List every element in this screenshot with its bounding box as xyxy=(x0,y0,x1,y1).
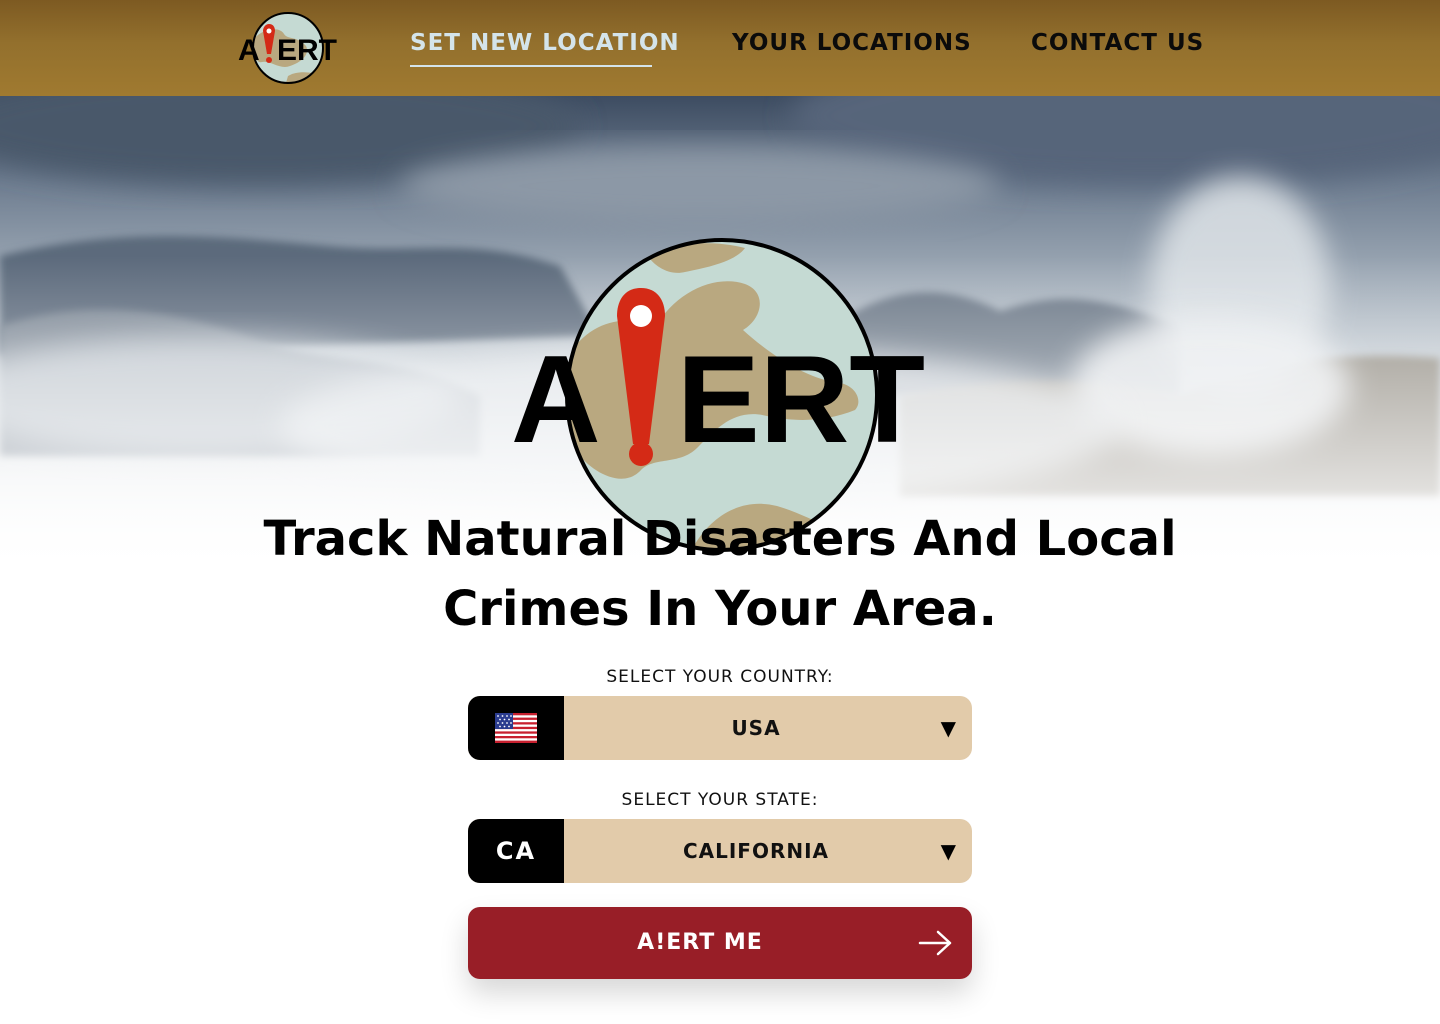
state-select[interactable]: CA CALIFORNIA ▼ xyxy=(468,819,972,883)
country-label: SELECT YOUR COUNTRY: xyxy=(606,667,834,687)
alert-me-label: A!ERT ME xyxy=(637,930,763,955)
svg-text:A: A xyxy=(511,331,601,469)
active-nav-underline xyxy=(410,65,652,67)
country-select[interactable]: USA ▼ xyxy=(468,696,972,760)
svg-text:A: A xyxy=(238,34,260,67)
state-select-value: CALIFORNIA xyxy=(682,839,830,863)
headline-line-2: Crimes In Your Area. xyxy=(443,581,997,637)
svg-text:ERT: ERT xyxy=(677,331,925,469)
state-abbreviation-box: CA xyxy=(468,819,564,883)
chevron-down-icon: ▼ xyxy=(940,716,956,740)
top-nav-bar: A ERT SET NEW LOCATION YOUR LOCATIONS CO… xyxy=(0,0,1440,96)
nav-set-new-location[interactable]: SET NEW LOCATION xyxy=(410,30,680,56)
header-logo[interactable]: A ERT xyxy=(236,10,340,86)
svg-text:ERT: ERT xyxy=(277,34,337,67)
arrow-right-icon xyxy=(918,930,952,956)
chevron-down-icon: ▼ xyxy=(940,839,956,863)
state-label: SELECT YOUR STATE: xyxy=(621,790,819,810)
country-select-value: USA xyxy=(731,716,781,740)
us-flag-icon xyxy=(495,713,537,743)
country-flag-box xyxy=(468,696,564,760)
nav-your-locations[interactable]: YOUR LOCATIONS xyxy=(732,30,972,56)
page-headline: Track Natural Disasters And Local Crimes… xyxy=(220,504,1220,644)
nav-contact-us[interactable]: CONTACT US xyxy=(1031,30,1204,56)
alert-me-button[interactable]: A!ERT ME xyxy=(468,907,972,979)
headline-line-1: Track Natural Disasters And Local xyxy=(263,511,1177,567)
